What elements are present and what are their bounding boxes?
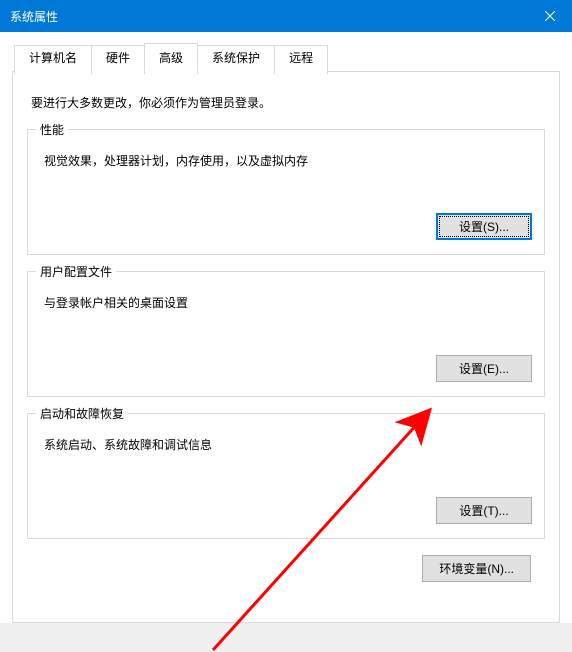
tab-remote[interactable]: 远程 bbox=[274, 45, 328, 74]
tabstrip: 计算机名 硬件 高级 系统保护 远程 bbox=[14, 43, 560, 72]
tab-hardware[interactable]: 硬件 bbox=[91, 45, 145, 74]
group-performance: 性能 视觉效果，处理器计划，内存使用，以及虚拟内存 设置(S)... bbox=[27, 129, 545, 255]
group-performance-title: 性能 bbox=[36, 121, 68, 138]
group-startup-recovery-title: 启动和故障恢复 bbox=[36, 405, 128, 422]
close-button[interactable] bbox=[527, 0, 572, 32]
titlebar: 系统属性 bbox=[0, 0, 572, 32]
window-title: 系统属性 bbox=[10, 8, 58, 25]
group-performance-desc: 视觉效果，处理器计划，内存使用，以及虚拟内存 bbox=[44, 152, 528, 169]
group-startup-recovery: 启动和故障恢复 系统启动、系统故障和调试信息 设置(T)... bbox=[27, 413, 545, 539]
group-user-profiles-title: 用户配置文件 bbox=[36, 263, 116, 280]
intro-text: 要进行大多数更改，你必须作为管理员登录。 bbox=[31, 94, 541, 111]
group-user-profiles: 用户配置文件 与登录帐户相关的桌面设置 设置(E)... bbox=[27, 271, 545, 397]
tab-panel-advanced: 要进行大多数更改，你必须作为管理员登录。 性能 视觉效果，处理器计划，内存使用，… bbox=[12, 71, 560, 623]
tab-computer-name[interactable]: 计算机名 bbox=[14, 45, 92, 74]
user-profiles-settings-button[interactable]: 设置(E)... bbox=[436, 355, 532, 382]
tab-advanced[interactable]: 高级 bbox=[144, 43, 198, 72]
group-user-profiles-desc: 与登录帐户相关的桌面设置 bbox=[44, 294, 528, 311]
performance-settings-button[interactable]: 设置(S)... bbox=[436, 213, 532, 240]
close-icon bbox=[545, 11, 555, 21]
group-startup-recovery-desc: 系统启动、系统故障和调试信息 bbox=[44, 436, 528, 453]
environment-variables-button[interactable]: 环境变量(N)... bbox=[422, 555, 531, 582]
startup-recovery-settings-button[interactable]: 设置(T)... bbox=[436, 497, 532, 524]
tab-system-protection[interactable]: 系统保护 bbox=[197, 45, 275, 74]
dialog-body: 计算机名 硬件 高级 系统保护 远程 要进行大多数更改，你必须作为管理员登录。 … bbox=[0, 32, 572, 623]
